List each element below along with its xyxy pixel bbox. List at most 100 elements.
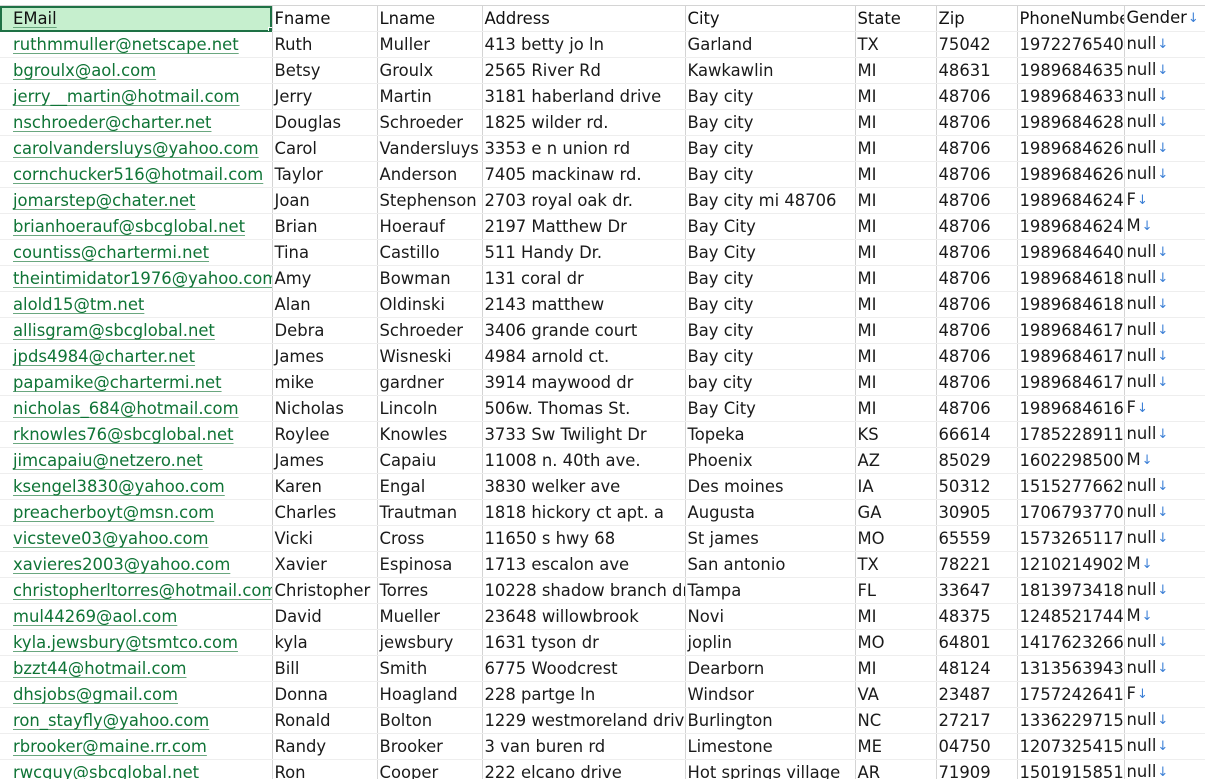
cell-zip[interactable]: 48706 (936, 266, 1017, 292)
cell-city[interactable]: Bay city (685, 162, 855, 188)
cell-email[interactable]: bgroulx@aol.com (0, 58, 272, 84)
cell-fname[interactable]: Ruth (272, 32, 377, 58)
cell-address[interactable]: 1631 tyson dr (482, 630, 685, 656)
email-link[interactable]: jerry__martin@hotmail.com (13, 87, 240, 106)
cell-phone[interactable]: 19896846240 (1017, 214, 1124, 240)
cell-gender[interactable]: null↓ (1124, 292, 1205, 318)
cell-zip[interactable]: 48706 (936, 214, 1017, 240)
email-link[interactable]: ron_stayfly@yahoo.com (13, 711, 209, 730)
cell-city[interactable]: Topeka (685, 422, 855, 448)
cell-gender[interactable]: null↓ (1124, 630, 1205, 656)
cell-address[interactable]: 2197 Matthew Dr (482, 214, 685, 240)
cell-gender[interactable]: M↓ (1124, 552, 1205, 578)
cell-state[interactable]: MI (855, 214, 936, 240)
cell-fname[interactable]: Brian (272, 214, 377, 240)
header-cell-email[interactable]: EMail (0, 6, 272, 32)
header-cell-state[interactable]: State (855, 6, 936, 32)
cell-phone[interactable]: 15152776623 (1017, 474, 1124, 500)
cell-phone[interactable]: 19896846174 (1017, 344, 1124, 370)
cell-email[interactable]: ruthmmuller@netscape.net (0, 32, 272, 58)
cell-fname[interactable]: Debra (272, 318, 377, 344)
cell-state[interactable]: MI (855, 84, 936, 110)
cell-lname[interactable]: Cooper (377, 760, 482, 779)
cell-lname[interactable]: Castillo (377, 240, 482, 266)
email-link[interactable]: jimcapaiu@netzero.net (13, 451, 203, 470)
cell-address[interactable]: 7405 mackinaw rd. (482, 162, 685, 188)
cell-gender[interactable]: null↓ (1124, 474, 1205, 500)
cell-state[interactable]: TX (855, 552, 936, 578)
cell-phone[interactable]: 12102149026 (1017, 552, 1124, 578)
cell-fname[interactable]: Joan (272, 188, 377, 214)
cell-fname[interactable]: Vicki (272, 526, 377, 552)
cell-fname[interactable]: Amy (272, 266, 377, 292)
cell-gender[interactable]: null↓ (1124, 370, 1205, 396)
fill-handle[interactable] (268, 27, 273, 32)
cell-email[interactable]: jpds4984@charter.net (0, 344, 272, 370)
cell-phone[interactable]: 19896846178 (1017, 318, 1124, 344)
cell-state[interactable]: NC (855, 708, 936, 734)
email-link[interactable]: christopherltorres@hotmail.com (13, 581, 272, 600)
cell-email[interactable]: papamike@chartermi.net (0, 370, 272, 396)
email-link[interactable]: papamike@chartermi.net (13, 373, 222, 392)
cell-lname[interactable]: Cross (377, 526, 482, 552)
cell-lname[interactable]: Hoerauf (377, 214, 482, 240)
email-link[interactable]: theintimidator1976@yahoo.com (13, 269, 272, 288)
email-link[interactable]: rbrooker@maine.rr.com (13, 737, 207, 756)
cell-email[interactable]: theintimidator1976@yahoo.com (0, 266, 272, 292)
cell-zip[interactable]: 33647 (936, 578, 1017, 604)
cell-address[interactable]: 11650 s hwy 68 (482, 526, 685, 552)
email-link[interactable]: ksengel3830@yahoo.com (13, 477, 225, 496)
cell-phone[interactable]: 19896846286 (1017, 110, 1124, 136)
cell-lname[interactable]: Torres (377, 578, 482, 604)
cell-lname[interactable]: Martin (377, 84, 482, 110)
cell-lname[interactable]: Trautman (377, 500, 482, 526)
cell-address[interactable]: 3353 e n union rd (482, 136, 685, 162)
cell-fname[interactable]: mike (272, 370, 377, 396)
header-cell-address[interactable]: Address (482, 6, 685, 32)
cell-phone[interactable]: 19896846184 (1017, 292, 1124, 318)
cell-zip[interactable]: 23487 (936, 682, 1017, 708)
cell-phone[interactable]: 17572426412 (1017, 682, 1124, 708)
cell-fname[interactable]: Ron (272, 760, 377, 779)
header-cell-zip[interactable]: Zip (936, 6, 1017, 32)
cell-address[interactable]: 3181 haberland drive (482, 84, 685, 110)
cell-state[interactable]: MI (855, 344, 936, 370)
email-link[interactable]: jomarstep@chater.net (13, 191, 195, 210)
cell-gender[interactable]: null↓ (1124, 162, 1205, 188)
cell-state[interactable]: AR (855, 760, 936, 779)
cell-email[interactable]: vicsteve03@yahoo.com (0, 526, 272, 552)
cell-gender[interactable]: null↓ (1124, 734, 1205, 760)
email-link[interactable]: carolvandersluys@yahoo.com (13, 139, 259, 158)
cell-lname[interactable]: Mueller (377, 604, 482, 630)
cell-fname[interactable]: Roylee (272, 422, 377, 448)
email-link[interactable]: dhsjobs@gmail.com (13, 685, 178, 704)
cell-gender[interactable]: null↓ (1124, 526, 1205, 552)
cell-gender[interactable]: null↓ (1124, 58, 1205, 84)
cell-city[interactable]: Bay city (685, 266, 855, 292)
cell-city[interactable]: Novi (685, 604, 855, 630)
cell-address[interactable]: 4984 arnold ct. (482, 344, 685, 370)
cell-city[interactable]: Des moines (685, 474, 855, 500)
email-link[interactable]: rwcguy@sbcglobal.net (13, 763, 199, 779)
cell-address[interactable]: 3406 grande court (482, 318, 685, 344)
email-link[interactable]: nschroeder@charter.net (13, 113, 211, 132)
cell-city[interactable]: Augusta (685, 500, 855, 526)
cell-city[interactable]: St james (685, 526, 855, 552)
cell-state[interactable]: MI (855, 110, 936, 136)
cell-zip[interactable]: 48706 (936, 292, 1017, 318)
cell-gender[interactable]: F↓ (1124, 188, 1205, 214)
cell-state[interactable]: TX (855, 32, 936, 58)
cell-zip[interactable]: 30905 (936, 500, 1017, 526)
header-cell-phone[interactable]: PhoneNumbe (1017, 6, 1124, 32)
cell-address[interactable]: 413 betty jo ln (482, 32, 685, 58)
cell-address[interactable]: 2703 royal oak dr. (482, 188, 685, 214)
cell-lname[interactable]: Knowles (377, 422, 482, 448)
cell-city[interactable]: Limestone (685, 734, 855, 760)
cell-lname[interactable]: Wisneski (377, 344, 482, 370)
cell-fname[interactable]: Taylor (272, 162, 377, 188)
cell-state[interactable]: IA (855, 474, 936, 500)
email-link[interactable]: ruthmmuller@netscape.net (13, 35, 239, 54)
cell-state[interactable]: MI (855, 162, 936, 188)
cell-phone[interactable]: 17067937702 (1017, 500, 1124, 526)
cell-fname[interactable]: David (272, 604, 377, 630)
